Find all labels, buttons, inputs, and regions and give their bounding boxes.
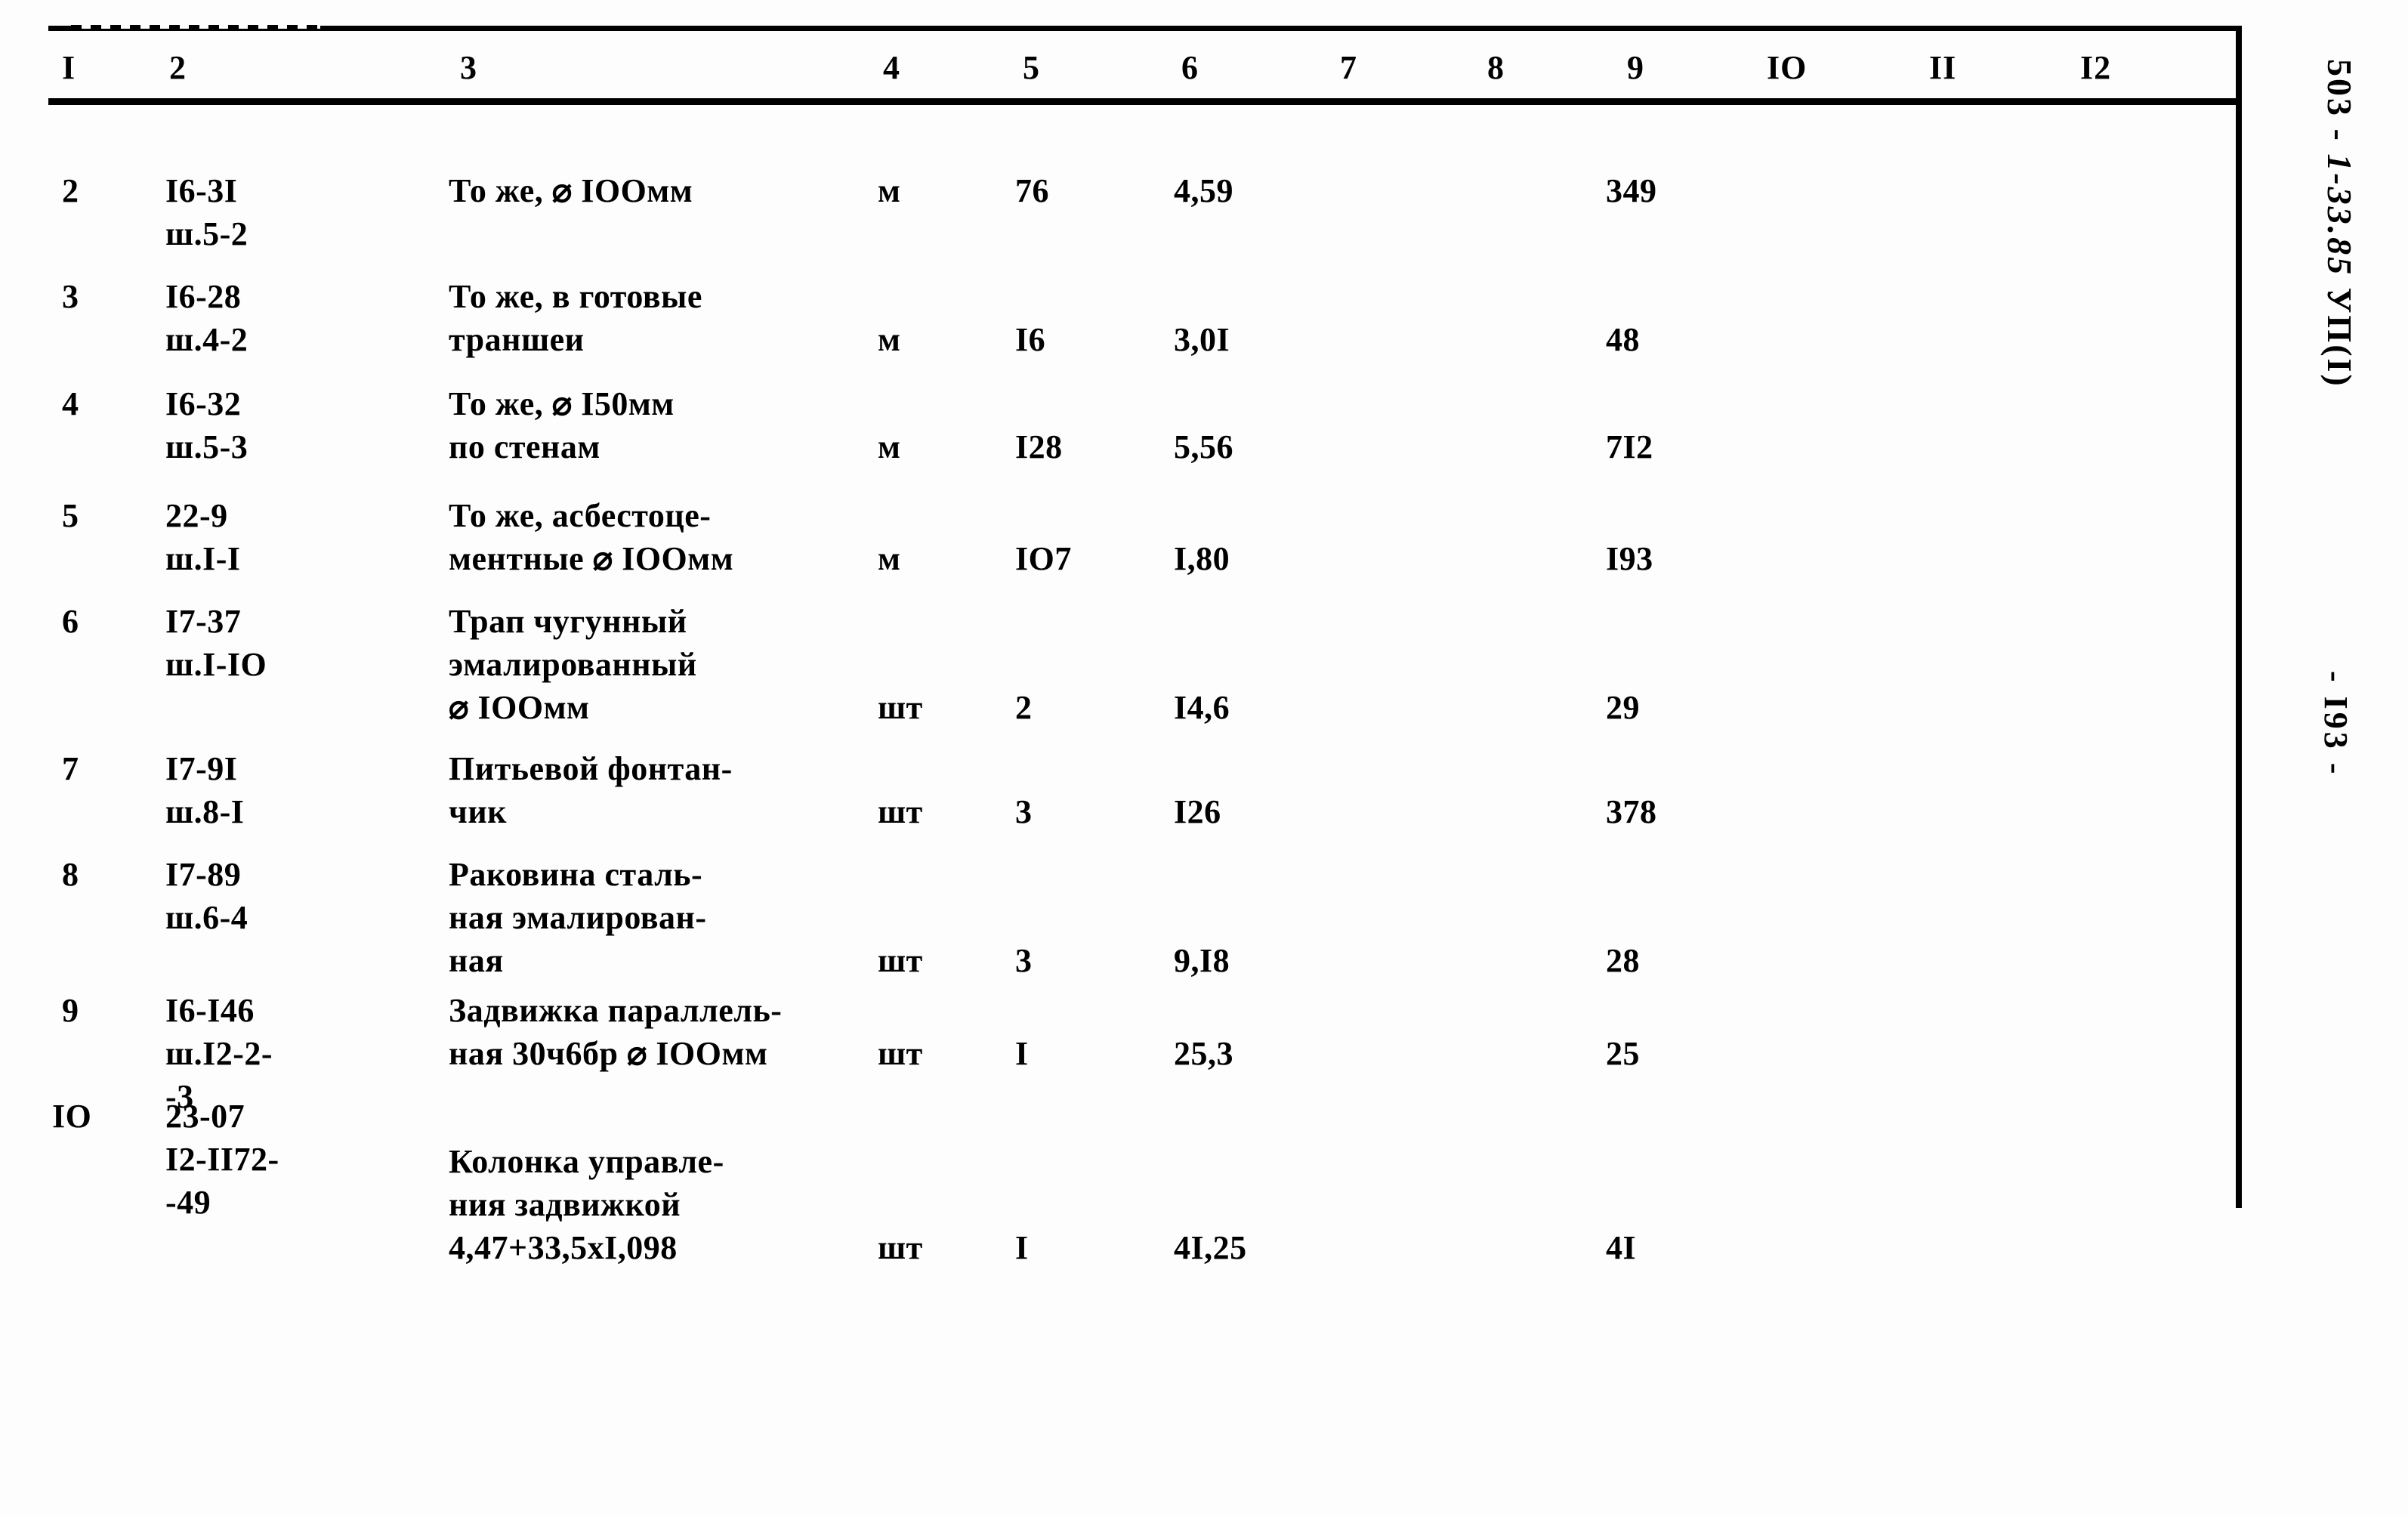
row-code: 22-9 ш.I-I — [165, 497, 241, 577]
row-unit: шт — [878, 689, 923, 726]
table-row: 2 — [62, 172, 79, 209]
document-code-stamp: 503 - 1-33.85 УП(I) — [2320, 59, 2360, 388]
row-code: I6-32 ш.5-3 — [165, 385, 249, 465]
column-header-4: 4 — [883, 49, 900, 86]
row-description: То же, асбестоце- ментные ⌀ IOOмм — [449, 497, 734, 577]
estimate-table: I 2 3 4 5 6 7 8 9 IO II I2 2 I6-3I ш.5-2… — [48, 25, 2242, 1266]
row-unit: м — [878, 428, 901, 465]
row-quantity: I28 — [1015, 428, 1063, 465]
row-quantity: I6 — [1015, 321, 1046, 358]
column-header-9: 9 — [1627, 49, 1644, 86]
row-price: 25,3 — [1174, 1035, 1233, 1072]
row-unit: шт — [878, 793, 923, 830]
column-header-8: 8 — [1487, 49, 1505, 86]
column-header-6: 6 — [1181, 49, 1199, 86]
row-description: Питьевой фонтан- чик — [449, 750, 733, 830]
row-quantity: 2 — [1015, 689, 1033, 726]
document-code-prefix: 503 - — [2320, 59, 2359, 154]
row-quantity: 3 — [1015, 942, 1033, 979]
column-header-5: 5 — [1023, 49, 1040, 86]
row-unit: м — [878, 321, 901, 358]
column-header-11: II — [1929, 49, 1957, 86]
row-code: I6-3I ш.5-2 — [165, 172, 249, 252]
row-total: 378 — [1606, 793, 1657, 830]
table-row: 4 — [62, 385, 79, 422]
row-total: 349 — [1606, 172, 1657, 209]
row-unit: шт — [878, 942, 923, 979]
row-total: 28 — [1606, 942, 1640, 979]
column-header-10: IO — [1767, 49, 1808, 86]
table-row: 3 — [62, 278, 79, 315]
table-row: 5 — [62, 497, 79, 534]
row-total: 48 — [1606, 321, 1640, 358]
row-description: Раковина сталь- ная эмалирован- ная — [449, 856, 707, 979]
row-unit: м — [878, 540, 901, 577]
table-row: IO — [52, 1098, 92, 1135]
row-total: I93 — [1606, 540, 1653, 577]
row-price: 5,56 — [1174, 428, 1233, 465]
row-quantity: 76 — [1015, 172, 1049, 209]
table-top-border — [48, 25, 2239, 31]
row-code: I7-9I ш.8-I — [165, 750, 245, 830]
table-row: 7 — [62, 750, 79, 787]
table-row: 8 — [62, 856, 79, 893]
row-quantity: I — [1015, 1229, 1029, 1266]
row-unit: шт — [878, 1229, 923, 1266]
row-description: Трап чугунный эмалированный ⌀ IOOмм — [449, 603, 697, 726]
row-total: 25 — [1606, 1035, 1640, 1072]
document-code-suffix: УП(I) — [2320, 277, 2359, 388]
row-code: I7-37 ш.I-IO — [165, 603, 267, 683]
column-header-2: 2 — [169, 49, 187, 86]
row-total: 7I2 — [1606, 428, 1653, 465]
row-total: 4I — [1606, 1229, 1637, 1266]
table-header-separator — [48, 98, 2239, 105]
column-header-7: 7 — [1340, 49, 1357, 86]
row-price: 4I,25 — [1174, 1229, 1247, 1266]
row-quantity: I — [1015, 1035, 1029, 1072]
row-unit: м — [878, 172, 901, 209]
column-header-1: I — [62, 49, 76, 86]
page-number: - I93 - — [2317, 671, 2354, 777]
row-unit: шт — [878, 1035, 923, 1072]
row-description: То же, ⌀ IOOмм — [449, 172, 693, 209]
table-right-border — [2236, 26, 2242, 1208]
row-price: I,80 — [1174, 540, 1230, 577]
row-price: 9,I8 — [1174, 942, 1230, 979]
row-price: 3,0I — [1174, 321, 1230, 358]
row-code: I7-89 ш.6-4 — [165, 856, 249, 936]
row-price: 4,59 — [1174, 172, 1233, 209]
column-header-3: 3 — [460, 49, 477, 86]
row-price: I26 — [1174, 793, 1221, 830]
row-price: I4,6 — [1174, 689, 1230, 726]
row-total: 29 — [1606, 689, 1640, 726]
row-quantity: 3 — [1015, 793, 1033, 830]
table-row: 9 — [62, 992, 79, 1029]
scanned-page: I 2 3 4 5 6 7 8 9 IO II I2 2 I6-3I ш.5-2… — [0, 0, 2408, 1517]
row-code: I6-28 ш.4-2 — [165, 278, 249, 358]
document-code-handwritten: 1-33.85 — [2320, 153, 2359, 277]
table-row: 6 — [62, 603, 79, 640]
row-description: То же, в готовые траншеи — [449, 278, 702, 358]
column-header-12: I2 — [2080, 49, 2112, 86]
row-code: 23-07 I2-II72- -49 — [165, 1098, 279, 1221]
row-quantity: IO7 — [1015, 540, 1072, 577]
row-description: То же, ⌀ I50мм по стенам — [449, 385, 675, 465]
